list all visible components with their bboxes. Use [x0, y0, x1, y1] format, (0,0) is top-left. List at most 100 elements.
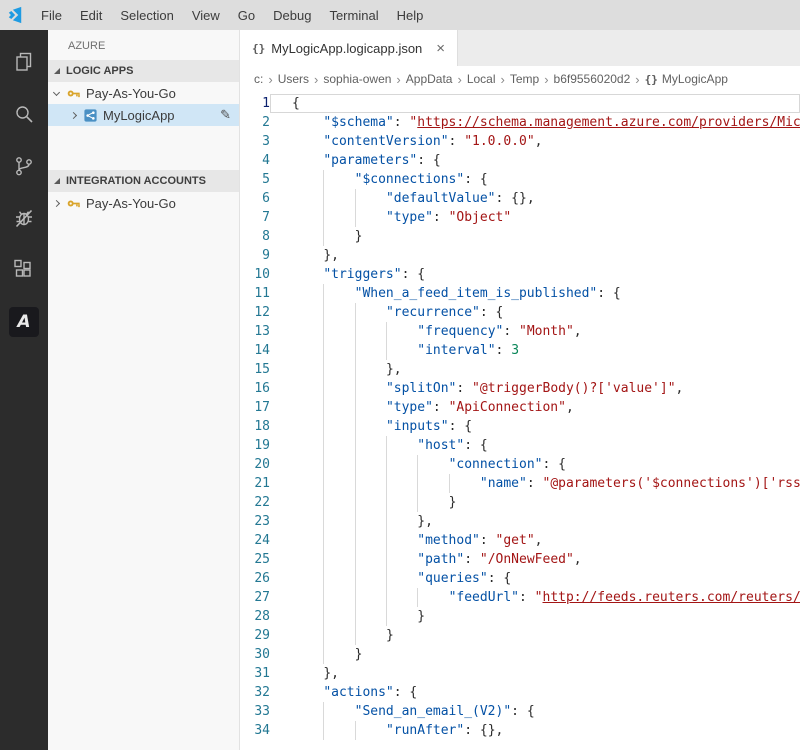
code-token: , — [574, 324, 582, 339]
code-line-17[interactable]: 17 "type": "ApiConnection", — [240, 398, 800, 417]
code-line-1[interactable]: 1{ — [240, 94, 800, 113]
tree-item-mylogicapp[interactable]: MyLogicApp✎ — [48, 104, 239, 126]
indent-guide — [292, 664, 323, 683]
menu-item-selection[interactable]: Selection — [111, 8, 182, 23]
tree-item-pay-as-you-go[interactable]: Pay-As-You-Go — [48, 192, 239, 214]
code-line-21[interactable]: 21 "name": "@parameters('$connections')[… — [240, 474, 800, 493]
indent-guide — [292, 607, 323, 626]
code-line-25[interactable]: 25 "path": "/OnNewFeed", — [240, 550, 800, 569]
breadcrumb-item-appdata[interactable]: AppData — [406, 72, 453, 86]
indent-guide — [417, 474, 448, 493]
line-content: "path": "/OnNewFeed", — [270, 550, 800, 569]
code-token: : — [449, 134, 465, 149]
code-line-6[interactable]: 6 "defaultValue": {}, — [240, 189, 800, 208]
code-line-2[interactable]: 2 "$schema": "https://schema.management.… — [240, 113, 800, 132]
code-line-3[interactable]: 3 "contentVersion": "1.0.0.0", — [240, 132, 800, 151]
code-line-27[interactable]: 27 "feedUrl": "http://feeds.reuters.com/… — [240, 588, 800, 607]
breadcrumb-item-sophia-owen[interactable]: sophia-owen — [323, 72, 391, 86]
tree-item-pay-as-you-go[interactable]: Pay-As-You-Go — [48, 82, 239, 104]
code-token: "1.0.0.0" — [464, 134, 534, 149]
edit-pencil-icon[interactable]: ✎ — [220, 108, 231, 123]
tab-close-icon[interactable]: × — [436, 40, 445, 57]
code-line-23[interactable]: 23 }, — [240, 512, 800, 531]
code-line-7[interactable]: 7 "type": "Object" — [240, 208, 800, 227]
breadcrumb-separator: › — [635, 72, 639, 87]
source-control-icon[interactable] — [0, 140, 48, 192]
code-line-15[interactable]: 15 }, — [240, 360, 800, 379]
code-line-13[interactable]: 13 "frequency": "Month", — [240, 322, 800, 341]
breadcrumb-item-mylogicapp[interactable]: {}MyLogicApp — [645, 72, 728, 86]
indent-guide — [323, 284, 354, 303]
indent-guide — [323, 550, 354, 569]
tab-mylogicapp-json[interactable]: {} MyLogicApp.logicapp.json × — [240, 30, 458, 66]
code-line-12[interactable]: 12 "recurrence": { — [240, 303, 800, 322]
indent-guide — [323, 436, 354, 455]
code-line-31[interactable]: 31 }, — [240, 664, 800, 683]
line-content: } — [270, 645, 800, 664]
breadcrumb-item-c[interactable]: c: — [254, 72, 263, 86]
code-line-26[interactable]: 26 "queries": { — [240, 569, 800, 588]
breadcrumb-item-temp[interactable]: Temp — [510, 72, 539, 86]
breadcrumb-item-b6f9556020d2[interactable]: b6f9556020d2 — [554, 72, 631, 86]
explorer-icon[interactable] — [0, 36, 48, 88]
debug-icon[interactable] — [0, 192, 48, 244]
code-line-8[interactable]: 8 } — [240, 227, 800, 246]
code-token: } — [355, 229, 363, 244]
code-line-29[interactable]: 29 } — [240, 626, 800, 645]
code-token: } — [355, 647, 363, 662]
indent-guide — [355, 341, 386, 360]
breadcrumb-item-local[interactable]: Local — [467, 72, 496, 86]
indent-guide — [355, 588, 386, 607]
menu-item-debug[interactable]: Debug — [264, 8, 320, 23]
indent-guide — [292, 284, 323, 303]
code-line-9[interactable]: 9 }, — [240, 246, 800, 265]
indent-guide — [449, 474, 480, 493]
menu-item-terminal[interactable]: Terminal — [320, 8, 387, 23]
code-line-10[interactable]: 10 "triggers": { — [240, 265, 800, 284]
indent-guide — [417, 455, 448, 474]
code-line-11[interactable]: 11 "When_a_feed_item_is_published": { — [240, 284, 800, 303]
azure-icon[interactable]: A — [0, 296, 48, 348]
section-header-integration-accounts[interactable]: INTEGRATION ACCOUNTS — [48, 170, 239, 192]
code-line-24[interactable]: 24 "method": "get", — [240, 531, 800, 550]
menu-item-file[interactable]: File — [32, 8, 71, 23]
breadcrumb-label: c: — [254, 72, 263, 86]
code-token: : — [503, 324, 519, 339]
menu-item-go[interactable]: Go — [229, 8, 264, 23]
line-content: }, — [270, 246, 800, 265]
code-line-5[interactable]: 5 "$connections": { — [240, 170, 800, 189]
code-token: : { — [402, 267, 425, 282]
code-token: " — [535, 590, 543, 605]
indent-guide — [355, 436, 386, 455]
code-token: "name" — [480, 476, 527, 491]
line-content: } — [270, 626, 800, 645]
code-line-18[interactable]: 18 "inputs": { — [240, 417, 800, 436]
menu-item-view[interactable]: View — [183, 8, 229, 23]
chevron-right-icon[interactable] — [53, 199, 60, 206]
chevron-right-icon[interactable] — [70, 111, 77, 118]
indent-guide — [292, 132, 323, 151]
code-line-4[interactable]: 4 "parameters": { — [240, 151, 800, 170]
code-line-14[interactable]: 14 "interval": 3 — [240, 341, 800, 360]
chevron-down-icon[interactable] — [53, 88, 60, 95]
code-line-32[interactable]: 32 "actions": { — [240, 683, 800, 702]
search-icon[interactable] — [0, 88, 48, 140]
menu-item-help[interactable]: Help — [388, 8, 433, 23]
code-line-19[interactable]: 19 "host": { — [240, 436, 800, 455]
code-editor[interactable]: 1{2 "$schema": "https://schema.managemen… — [240, 92, 800, 750]
section-header-logic-apps[interactable]: LOGIC APPS — [48, 60, 239, 82]
code-line-20[interactable]: 20 "connection": { — [240, 455, 800, 474]
code-line-28[interactable]: 28 } — [240, 607, 800, 626]
menu-item-edit[interactable]: Edit — [71, 8, 111, 23]
code-line-34[interactable]: 34 "runAfter": {}, — [240, 721, 800, 740]
code-line-22[interactable]: 22 } — [240, 493, 800, 512]
code-token: "inputs" — [386, 419, 449, 434]
code-token: : — [394, 115, 410, 130]
indent-guide — [355, 531, 386, 550]
breadcrumb-item-users[interactable]: Users — [278, 72, 309, 86]
code-token: "connection" — [449, 457, 543, 472]
extensions-icon[interactable] — [0, 244, 48, 296]
code-line-33[interactable]: 33 "Send_an_email_(V2)": { — [240, 702, 800, 721]
code-line-30[interactable]: 30 } — [240, 645, 800, 664]
code-line-16[interactable]: 16 "splitOn": "@triggerBody()?['value']"… — [240, 379, 800, 398]
